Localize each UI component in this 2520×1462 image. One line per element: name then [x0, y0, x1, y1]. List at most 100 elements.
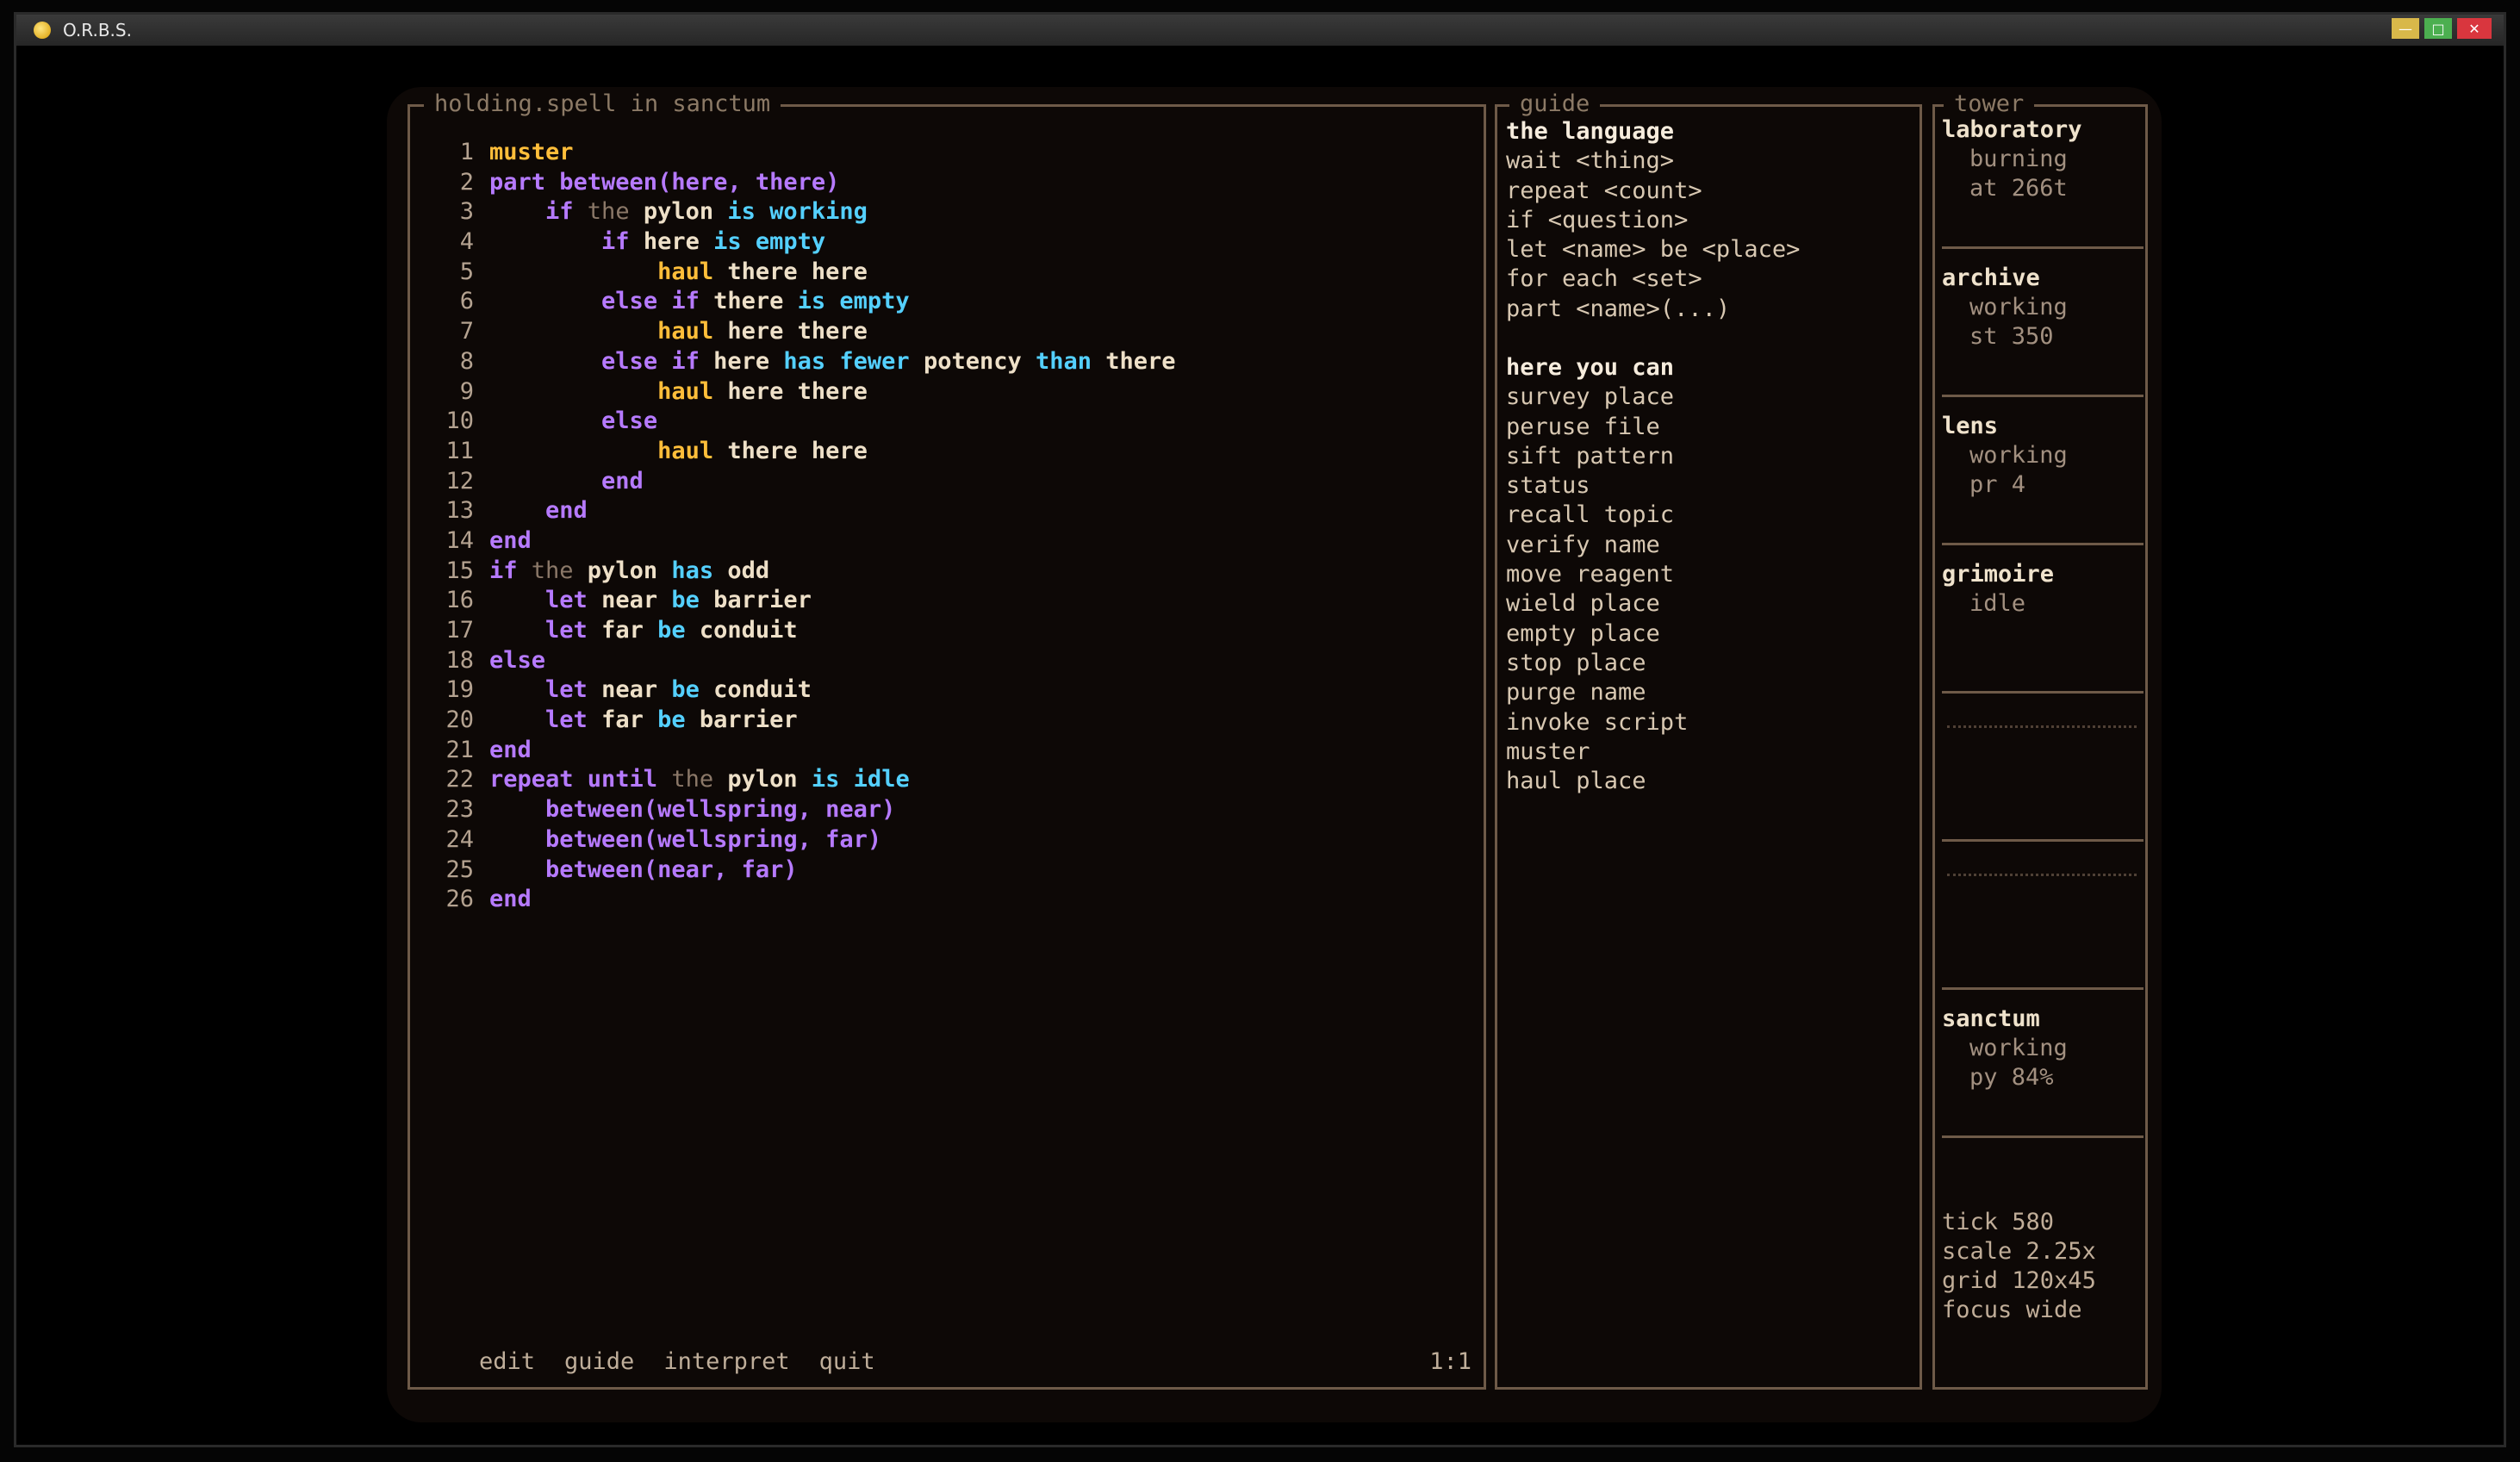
code-token: barrier: [699, 587, 812, 614]
code-line[interactable]: 16 let near be barrier: [426, 586, 1176, 616]
code-text: between(near, far): [489, 855, 798, 886]
line-number: 9: [459, 377, 474, 405]
close-button[interactable]: ✕: [2457, 18, 2492, 39]
code-token: there here: [713, 437, 868, 464]
code-token: be: [657, 676, 700, 704]
code-line[interactable]: 11 haul there here: [426, 437, 1176, 467]
code-token: repeat until: [489, 766, 658, 793]
guide-title: guide: [1509, 90, 1601, 119]
code-line[interactable]: 25 between(near, far): [426, 855, 1176, 886]
code-token: haul: [657, 318, 714, 345]
code-token: has fewer: [769, 347, 910, 375]
code-line[interactable]: 3 if the pylon is working: [426, 197, 1176, 227]
guide-action-item[interactable]: empty place: [1506, 619, 1688, 649]
guide-action-item[interactable]: wield place: [1506, 589, 1688, 619]
guide-action-item[interactable]: recall topic: [1506, 501, 1688, 530]
guide-action-item[interactable]: invoke script: [1506, 708, 1688, 737]
code-line[interactable]: 2 part between(here, there): [426, 168, 1176, 198]
code-line[interactable]: 6 else if there is empty: [426, 287, 1176, 317]
code-line[interactable]: 10 else: [426, 407, 1176, 437]
code-line[interactable]: 12 end: [426, 467, 1176, 497]
code-line[interactable]: 5 haul there here: [426, 258, 1176, 288]
code-text: if the pylon has odd: [489, 557, 769, 587]
line-number: 2: [459, 168, 474, 196]
code-text: end: [489, 736, 532, 766]
code-token: between(wellspring, near): [545, 796, 896, 824]
guide-action-item[interactable]: survey place: [1506, 383, 1688, 412]
close-icon: ✕: [2468, 20, 2480, 37]
tower-divider: [1942, 543, 2144, 545]
code-token: potency: [909, 347, 1022, 375]
code-text: muster: [489, 138, 574, 168]
code-line[interactable]: 18 else: [426, 646, 1176, 676]
minimize-button[interactable]: —: [2392, 18, 2419, 39]
code-line[interactable]: 4 if here is empty: [426, 227, 1176, 258]
code-line[interactable]: 13 end: [426, 496, 1176, 526]
editor-panel[interactable]: holding.spell in sanctum 1 muster 2 part be…: [408, 90, 1486, 1390]
code-line[interactable]: 26 end: [426, 885, 1176, 915]
maximize-button[interactable]: □: [2424, 18, 2452, 39]
title-bar[interactable]: O.R.B.S. — □ ✕: [16, 15, 2504, 46]
code-token: the: [573, 198, 630, 226]
menu-item-interpret[interactable]: interpret: [663, 1348, 789, 1375]
guide-action-item[interactable]: status: [1506, 471, 1688, 501]
code-token: haul: [657, 258, 714, 285]
tower-stat: focus wide: [1942, 1296, 2096, 1325]
code-token: between(near, far): [545, 855, 798, 883]
code-token: end: [489, 736, 532, 763]
code-line[interactable]: 14 end: [426, 526, 1176, 557]
code-token: is empty: [699, 228, 826, 256]
code-line[interactable]: 17 let far be conduit: [426, 616, 1176, 646]
code-token: here: [699, 347, 770, 375]
code-token: there: [1092, 347, 1176, 375]
code-text: else: [489, 407, 657, 437]
menu-item-quit[interactable]: quit: [819, 1348, 875, 1375]
guide-language-item: wait <thing>: [1506, 147, 1675, 175]
code-text: between(wellspring, far): [489, 825, 881, 855]
guide-action-item[interactable]: peruse file: [1506, 413, 1688, 442]
code-line[interactable]: 22 repeat until the pylon is idle: [426, 765, 1176, 795]
code-token: let: [545, 617, 588, 644]
code-token: here there: [713, 377, 868, 405]
code-line[interactable]: 15 if the pylon has odd: [426, 557, 1176, 587]
line-number: 19: [445, 676, 474, 704]
code-token: let: [545, 706, 588, 734]
guide-action-item[interactable]: stop place: [1506, 649, 1688, 678]
guide-action-item[interactable]: haul place: [1506, 767, 1688, 796]
line-number: 17: [445, 617, 474, 644]
guide-action-item[interactable]: purge name: [1506, 678, 1688, 707]
menu-item-guide[interactable]: guide: [564, 1348, 634, 1375]
guide-action-item[interactable]: sift pattern: [1506, 442, 1688, 471]
code-line[interactable]: 19 let near be conduit: [426, 675, 1176, 706]
code-line[interactable]: 8 else if here has fewer potency than th…: [426, 347, 1176, 377]
guide-action-item[interactable]: muster: [1506, 737, 1688, 767]
code-line[interactable]: 23 between(wellspring, near): [426, 795, 1176, 825]
code-area[interactable]: 1 muster 2 part between(here, there) 3 if th…: [426, 138, 1176, 915]
code-token: is working: [713, 198, 868, 226]
guide-action-item[interactable]: verify name: [1506, 531, 1688, 560]
code-token: if: [545, 198, 574, 226]
guide-language-item: if <question>: [1506, 206, 1689, 233]
tower-slot-name: sanctum: [1942, 1005, 2040, 1032]
code-line[interactable]: 1 muster: [426, 138, 1176, 168]
line-number: 25: [445, 855, 474, 883]
code-text: end: [489, 496, 588, 526]
code-line[interactable]: 24 between(wellspring, far): [426, 825, 1176, 855]
code-text: else if here has fewer potency than ther…: [489, 347, 1176, 377]
code-line[interactable]: 21 end: [426, 736, 1176, 766]
code-token: haul: [657, 437, 714, 464]
guide-action-item[interactable]: move reagent: [1506, 560, 1688, 589]
menu-item-edit[interactable]: edit: [479, 1348, 535, 1375]
code-line[interactable]: 9 haul here there: [426, 377, 1176, 407]
tower-slot: lens working pr 4: [1942, 412, 2144, 500]
code-line[interactable]: 7 haul here there: [426, 317, 1176, 347]
code-token: far: [587, 706, 644, 734]
code-line[interactable]: 20 let far be barrier: [426, 706, 1176, 736]
cursor-position: 1:1: [1429, 1348, 1472, 1375]
code-text: repeat until the pylon is idle: [489, 765, 910, 795]
